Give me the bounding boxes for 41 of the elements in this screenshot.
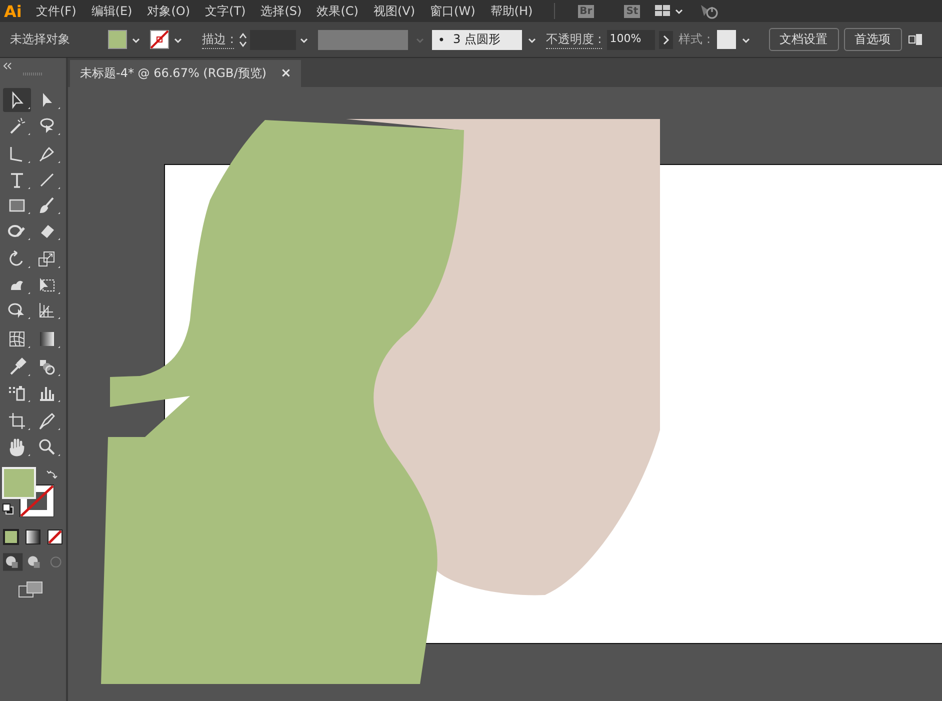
opacity-field[interactable]: 100%	[606, 30, 655, 50]
menu-item[interactable]: 对象(O)	[147, 2, 190, 20]
menu-item[interactable]: 视图(V)	[373, 2, 416, 20]
document-title: 未标题-4* @ 66.67% (RGB/预览)	[80, 65, 266, 82]
brush-dot: •	[438, 32, 445, 46]
close-tab-button[interactable]: ×	[280, 66, 292, 81]
toolbar-button[interactable]: 文档设置	[768, 28, 839, 51]
menu-item[interactable]: 窗口(W)	[430, 2, 476, 20]
none-mode-icon[interactable]	[47, 528, 63, 544]
collapse-icon[interactable]	[3, 62, 13, 70]
default-colors-icon[interactable]	[2, 502, 14, 514]
align-icon[interactable]	[908, 32, 922, 48]
color-mode-icon[interactable]	[3, 528, 19, 544]
menu-item[interactable]: 编辑(E)	[91, 2, 132, 20]
menu-item[interactable]: 文件(F)	[36, 2, 76, 20]
screen-mode-icon[interactable]	[18, 580, 44, 598]
grip-icon[interactable]	[23, 72, 43, 76]
graphic-style-swatch[interactable]	[716, 30, 736, 49]
swap-icon[interactable]	[46, 468, 58, 480]
spinner-icon[interactable]	[238, 30, 248, 48]
brush-name: 3 点圆形	[452, 31, 500, 48]
menu-item[interactable]: 选择(S)	[260, 2, 302, 20]
draw-normal-icon[interactable]	[3, 552, 23, 570]
fill-swatch[interactable]	[108, 30, 127, 49]
gradient-mode-icon[interactable]	[25, 528, 41, 544]
menu-item[interactable]: 效果(C)	[316, 2, 358, 20]
chevron-right-icon[interactable]	[658, 30, 673, 48]
document-tab[interactable]: 未标题-4* @ 66.67% (RGB/预览) ×	[70, 60, 302, 87]
opacity-label: 不透明度 :	[546, 30, 602, 48]
fill-stroke-swatches[interactable]	[2, 466, 54, 516]
selection-status: 未选择对象	[10, 31, 70, 48]
menu-item[interactable]: 帮助(H)	[490, 2, 533, 20]
stroke-label: 描边 :	[202, 30, 234, 48]
workspace-layout-icon[interactable]	[655, 5, 672, 17]
stroke-none-swatch[interactable]	[150, 30, 169, 49]
brush-definition-dropdown[interactable]: • 3 点圆形	[432, 30, 522, 50]
menu-item[interactable]: 文字(T)	[205, 2, 246, 20]
app-logo: Ai	[4, 2, 23, 20]
toolbar-button[interactable]: 首选项	[844, 28, 902, 51]
power-icon[interactable]	[699, 2, 720, 20]
style-label: 样式 :	[678, 31, 711, 48]
